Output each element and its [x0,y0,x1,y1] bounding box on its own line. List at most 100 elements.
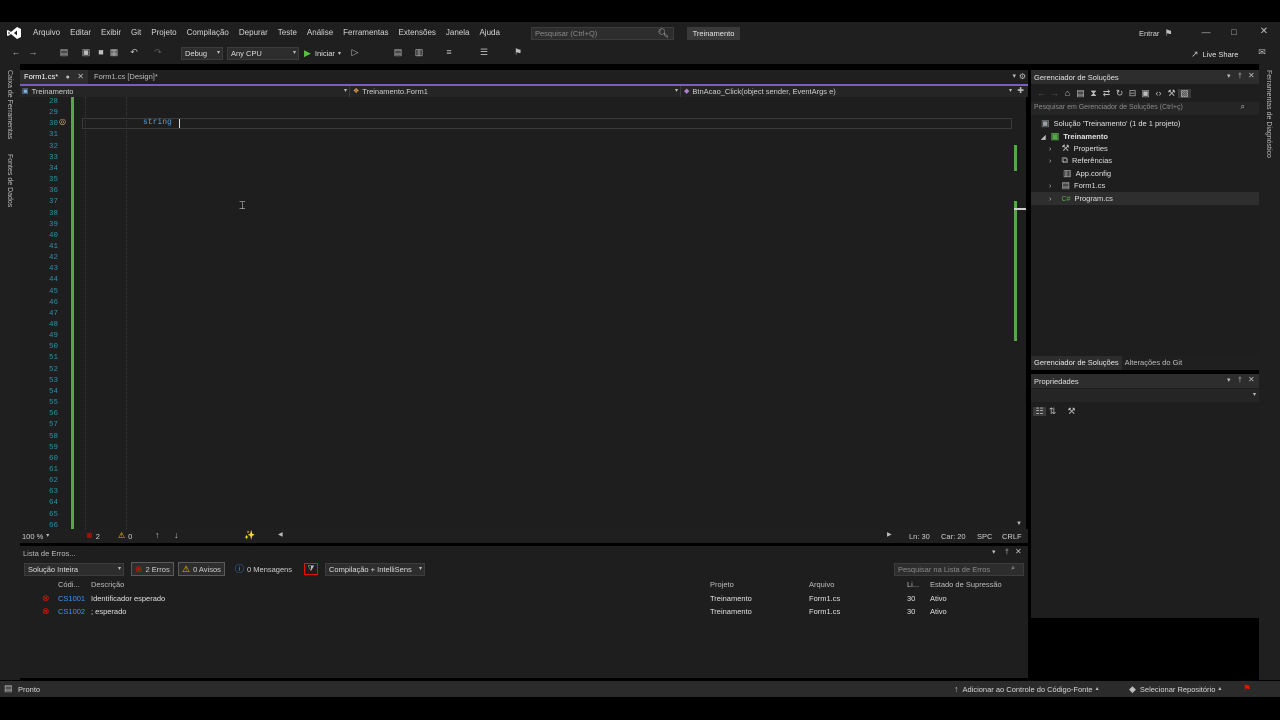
back-icon[interactable]: ← [10,48,22,57]
collapse-all-icon[interactable]: ⊟ [1126,88,1139,98]
toolbar-indent-icon[interactable]: ☰ [478,48,490,57]
next-issue-icon[interactable]: ↓ [174,531,179,540]
filter-icon[interactable]: ⧩ [304,563,318,575]
build-filter-select[interactable]: Compilação + IntelliSens ▾ [325,563,425,576]
signin-area[interactable]: Entrar ⚑ [1139,27,1173,39]
menu-depurar[interactable]: Depurar [234,22,273,44]
toolbar-layout-icon[interactable]: ▥ [413,48,425,57]
tab-form1-design[interactable]: Form1.cs [Design]* [90,70,162,84]
vertical-scrollbar[interactable]: ▼ [1014,97,1026,529]
table-row[interactable]: ⊗ CS1002 ; esperado Treinamento Form1.cs… [20,606,1028,619]
error-list-search[interactable]: Pesquisar na Lista de Erros ⌕ [894,563,1024,576]
menu-ajuda[interactable]: Ajuda [474,22,504,44]
add-to-source-control-button[interactable]: ↑ Adicionar ao Controle do Código-Fonte … [954,684,1099,694]
menu-compilacao[interactable]: Compilação [182,22,234,44]
signin-link[interactable]: Entrar [1139,29,1159,38]
redo-icon[interactable]: ↷ [152,48,164,57]
member-dropdown[interactable]: ◆ BtnAcao_Click(object sender, EventArgs… [684,86,1014,97]
tree-item-form1-cs[interactable]: › ▤ Form1.cs [1049,181,1105,191]
toolbar-align-icon[interactable]: ≡ [443,48,455,57]
feedback-icon[interactable]: ✉ [1256,48,1268,57]
column-code[interactable]: Códi... [58,580,80,589]
code-editor[interactable]: string ◎ ⌶ [20,97,1020,529]
pin-icon[interactable]: † [1238,377,1242,384]
save-all-icon[interactable]: ▦ [108,48,120,57]
column-project[interactable]: Projeto [710,580,734,589]
panel-options-icon[interactable]: ▾ [992,549,996,556]
error-code-link[interactable]: CS1002 [58,607,85,616]
minimize-icon[interactable]: — [1201,28,1211,37]
tab-overflow-icon[interactable]: ▾ [1012,73,1016,80]
home-icon[interactable]: ⌂ [1061,88,1074,98]
menu-janela[interactable]: Janela [441,22,475,44]
diagnostics-tab[interactable]: Ferramentas de Diagnóstico [1265,70,1272,158]
tree-solution[interactable]: ▣ Solução 'Treinamento' (1 de 1 projeto) [1041,119,1180,129]
categorized-icon[interactable]: ☷ [1033,406,1046,416]
tree-item-program-cs[interactable]: › C# Program.cs [1049,194,1113,203]
split-editor-icon[interactable]: ✚ [1017,87,1024,95]
tree-item-properties[interactable]: › ⚒ Properties [1049,144,1108,154]
tree-project[interactable]: ◢ ▣ Treinamento [1041,132,1108,142]
solution-name-badge[interactable]: Treinamento [687,27,740,40]
forward-icon[interactable]: → [1048,88,1061,98]
tab-git-changes[interactable]: Alterações do Git [1122,356,1186,370]
menu-ferramentas[interactable]: Ferramentas [338,22,393,44]
menu-teste[interactable]: Teste [273,22,302,44]
start-button[interactable]: ▶ Iniciar ▾ [304,47,341,60]
select-repository-button[interactable]: ◆ Selecionar Repositório ▴ [1129,684,1221,694]
menu-editar[interactable]: Editar [65,22,96,44]
error-count-indicator[interactable]: ⊗ 2 [86,531,100,541]
undo-icon[interactable]: ↶ [128,48,140,57]
line-indicator[interactable]: Ln: 30 [909,532,930,541]
menu-analise[interactable]: Análise [302,22,338,44]
menu-arquivo[interactable]: Arquivo [28,22,65,44]
settings-icon[interactable]: ⚙ [1019,73,1026,81]
code-cleanup-icon[interactable]: ✨ [244,531,255,540]
account-icon[interactable]: ⚑ [1164,28,1172,38]
close-icon[interactable]: ✕ [1259,27,1269,37]
maximize-icon[interactable]: □ [1229,28,1239,37]
scroll-left-icon[interactable]: ◀ [278,532,283,538]
notifications-icon[interactable]: ⚑ [1243,684,1251,693]
panel-options-icon[interactable]: ▾ [1227,377,1231,384]
pin-icon[interactable]: ● [66,74,70,81]
alphabetical-icon[interactable]: ⇅ [1046,406,1059,416]
close-icon[interactable]: ✕ [1015,548,1022,556]
toolbox-tab[interactable]: Caixa de Ferramentas [6,70,13,139]
spacing-indicator[interactable]: SPC [977,532,992,541]
toolbar-tools-icon[interactable]: ▤ [392,48,404,57]
menu-exibir[interactable]: Exibir [96,22,126,44]
live-share-button[interactable]: ↗ Live Share [1191,49,1238,59]
column-file[interactable]: Arquivo [809,580,834,589]
line-ending-indicator[interactable]: CRLF [1002,532,1022,541]
properties-icon[interactable]: ⚒ [1165,88,1178,98]
menu-git[interactable]: Git [126,22,146,44]
property-pages-icon[interactable]: ⚒ [1065,406,1078,416]
column-line[interactable]: Li... [907,580,919,589]
column-description[interactable]: Descrição [91,580,124,589]
close-icon[interactable]: ✕ [77,73,84,81]
scroll-down-icon[interactable]: ▼ [1016,521,1022,527]
scope-select[interactable]: Solução Inteira ▾ [24,563,124,576]
save-icon[interactable]: ■ [95,48,107,57]
warnings-filter-button[interactable]: ⚠ 0 Avisos [178,562,225,576]
view-code-icon[interactable]: ‹› [1152,88,1165,98]
forward-icon[interactable]: → [27,48,39,57]
zoom-select[interactable]: 100 % ▾ [22,531,49,541]
show-all-files-icon[interactable]: ▣ [1139,88,1152,98]
global-search-input[interactable]: Pesquisar (Ctrl+Q) 🔍︎ [531,27,674,40]
pending-changes-icon[interactable]: ⧗ [1087,88,1100,98]
start-without-debug-icon[interactable]: ▷ [350,48,360,57]
lightbulb-icon[interactable]: ◎ [59,118,66,126]
warning-count-indicator[interactable]: ⚠ 0 [118,531,132,541]
back-icon[interactable]: ← [1035,88,1048,98]
close-icon[interactable]: ✕ [1248,376,1255,384]
tab-solution-explorer[interactable]: Gerenciador de Soluções [1031,356,1122,370]
open-icon[interactable]: ▣ [80,48,92,57]
new-item-icon[interactable]: ▤ [58,48,70,57]
properties-object-select[interactable]: ▾ [1031,389,1259,402]
refresh-icon[interactable]: ↻ [1113,88,1126,98]
scroll-right-icon[interactable]: ▶ [887,532,892,538]
platform-select[interactable]: Any CPU ▾ [227,47,299,60]
output-icon[interactable]: ▤ [4,684,13,693]
